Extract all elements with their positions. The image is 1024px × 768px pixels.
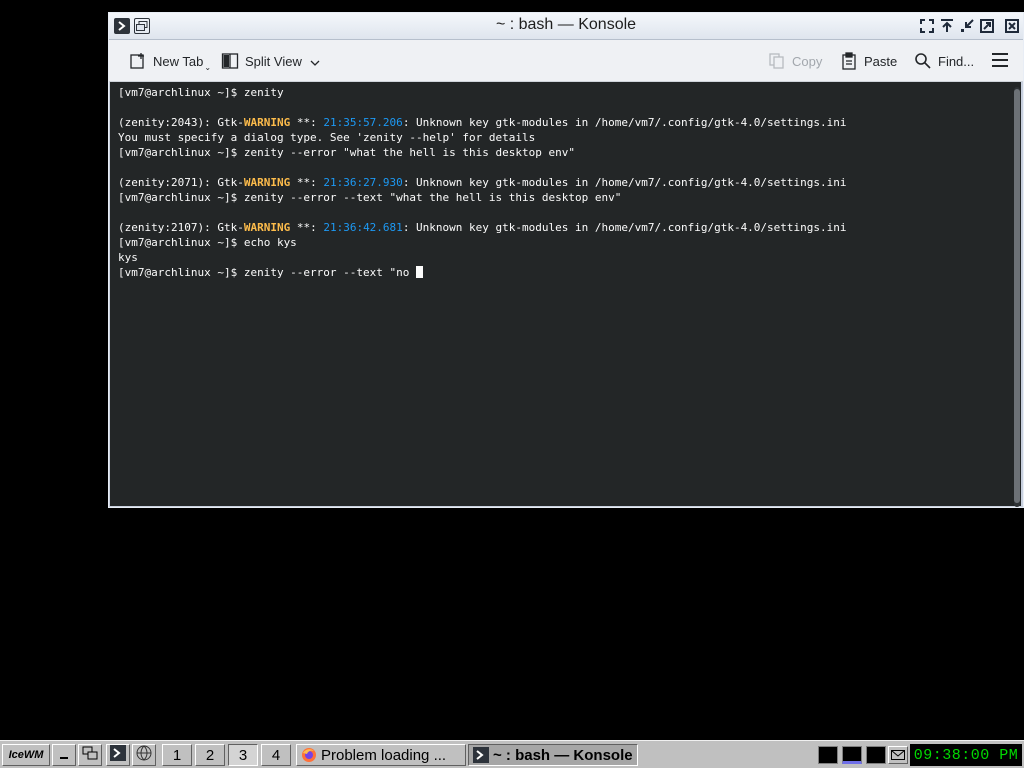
terminal-line: [vm7@archlinux ~]$ echo kys: [118, 236, 297, 249]
minimize-all-icon: [58, 747, 70, 764]
task-label: ~ : bash — Konsole: [493, 746, 633, 764]
terminal-line: [vm7@archlinux ~]$ zenity: [118, 86, 284, 99]
warning-message: : Unknown key gtk-modules in /home/vm7/.…: [402, 116, 847, 129]
terminal-line: (zenity:2043): Gtk-WARNING **: 21:35:57.…: [118, 115, 1021, 130]
window-list-icon: [82, 746, 98, 764]
cpu-monitor: [818, 746, 838, 764]
terminal-line: [vm7@archlinux ~]$ zenity --error "what …: [118, 146, 575, 159]
mail-icon[interactable]: [888, 746, 908, 764]
fullscreen-icon[interactable]: [919, 18, 935, 34]
warning-separator: **:: [290, 116, 324, 129]
copy-label: Copy: [792, 53, 823, 69]
new-tab-label: New Tab: [153, 53, 204, 69]
paste-button[interactable]: Paste: [840, 50, 897, 72]
warning-prefix: (zenity:2071): Gtk-: [118, 176, 244, 189]
icewm-logo-label: IceWM: [8, 749, 44, 761]
terminal-launcher[interactable]: [106, 744, 130, 766]
workspace-1[interactable]: 1: [162, 744, 192, 766]
window-title: ~ : bash — Konsole: [495, 16, 637, 33]
warning-separator: **:: [290, 176, 324, 189]
copy-button[interactable]: Copy: [768, 50, 822, 72]
workspace-4[interactable]: 4: [261, 744, 291, 766]
start-menu-button[interactable]: IceWM: [2, 744, 50, 766]
warning-separator: **:: [290, 221, 324, 234]
copy-icon: [768, 52, 786, 70]
konsole-window: ~ : bash — Konsole New Tab ⌄ Split View …: [108, 12, 1024, 508]
taskbar-task-konsole[interactable]: ~ : bash — Konsole: [468, 744, 638, 766]
network-monitor: [842, 746, 862, 764]
memory-monitor: [866, 746, 886, 764]
window-list-button[interactable]: [78, 744, 102, 766]
warning-timestamp: 21:36:27.930: [323, 176, 403, 189]
globe-icon: [136, 745, 152, 765]
window-titlebar[interactable]: ~ : bash — Konsole: [109, 13, 1023, 40]
clock[interactable]: 09:38:00 PM: [910, 744, 1022, 766]
taskbar-task-firefox[interactable]: Problem loading ...: [296, 744, 466, 766]
warning-timestamp: 21:35:57.206: [323, 116, 403, 129]
find-label: Find...: [938, 53, 975, 69]
browser-launcher[interactable]: [132, 744, 156, 766]
warning-prefix: (zenity:2107): Gtk-: [118, 221, 244, 234]
split-view-icon: [221, 52, 239, 70]
task-label: Problem loading ...: [321, 746, 447, 764]
firefox-icon: [301, 747, 317, 763]
terminal-line: You must specify a dialog type. See 'zen…: [118, 131, 536, 144]
warning-message: : Unknown key gtk-modules in /home/vm7/.…: [402, 176, 847, 189]
new-tab-icon: [129, 52, 147, 70]
restore-icon[interactable]: [959, 18, 975, 34]
hamburger-menu-button[interactable]: [991, 50, 1009, 72]
text-cursor: [416, 266, 424, 278]
terminal-line: kys: [118, 251, 138, 264]
konsole-toolbar: New Tab ⌄ Split View Copy Paste Find...: [109, 40, 1023, 82]
terminal-scrollbar[interactable]: [1014, 87, 1020, 507]
warning-level: WARNING: [243, 176, 291, 189]
find-button[interactable]: Find...: [914, 50, 974, 72]
new-tab-button[interactable]: New Tab ⌄: [129, 50, 211, 72]
warning-level: WARNING: [243, 116, 291, 129]
terminal-icon: [110, 745, 126, 765]
workspace-3[interactable]: 3: [228, 744, 258, 766]
warning-message: : Unknown key gtk-modules in /home/vm7/.…: [402, 221, 847, 234]
warning-timestamp: 21:36:42.681: [323, 221, 403, 234]
taskbar: IceWM 1 2 3 4 Problem loading ... ~ : ba…: [0, 740, 1024, 768]
terminal-line: (zenity:2107): Gtk-WARNING **: 21:36:42.…: [118, 220, 1021, 235]
terminal-line: (zenity:2071): Gtk-WARNING **: 21:36:27.…: [118, 175, 1021, 190]
warning-prefix: (zenity:2043): Gtk-: [118, 116, 244, 129]
split-view-label: Split View: [245, 53, 302, 69]
rollup-icon[interactable]: [939, 18, 955, 34]
show-desktop-button[interactable]: [52, 744, 76, 766]
chevron-down-icon: ⌄: [204, 62, 212, 72]
hamburger-icon: [991, 52, 1009, 70]
terminal-output[interactable]: [vm7@archlinux ~]$ zenity (zenity:2043): …: [110, 82, 1021, 506]
maximize-icon[interactable]: [979, 18, 995, 34]
terminal-current-input: [vm7@archlinux ~]$ zenity --error --text…: [118, 266, 417, 279]
paste-icon: [840, 52, 858, 70]
close-icon[interactable]: [1004, 18, 1020, 34]
split-view-button[interactable]: Split View: [221, 50, 320, 72]
search-icon: [914, 52, 932, 70]
workspace-2[interactable]: 2: [195, 744, 225, 766]
scrollbar-thumb[interactable]: [1014, 89, 1020, 503]
paste-label: Paste: [864, 53, 898, 69]
chevron-down-icon: [310, 54, 320, 69]
terminal-prompt-line[interactable]: [vm7@archlinux ~]$ zenity --error --text…: [118, 265, 1021, 280]
terminal-line: [vm7@archlinux ~]$ zenity --error --text…: [118, 191, 622, 204]
warning-level: WARNING: [243, 221, 291, 234]
terminal-icon: [473, 747, 489, 763]
